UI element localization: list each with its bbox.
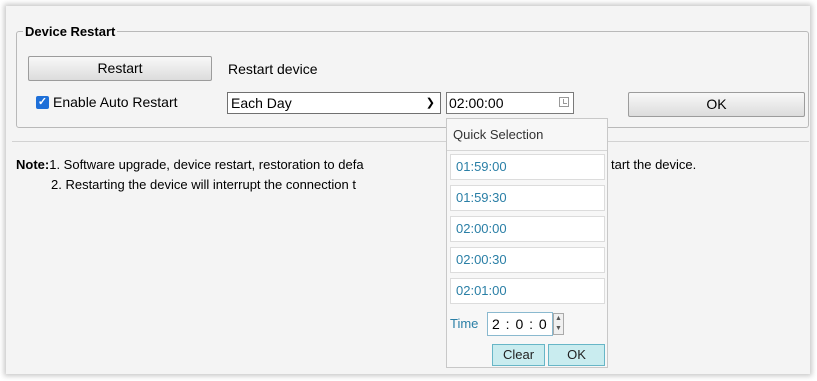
restart-description: Restart device — [228, 61, 318, 77]
clear-button[interactable]: Clear — [492, 344, 545, 366]
quick-option[interactable]: 02:00:30 — [450, 247, 605, 273]
checkmark-icon: ✓ — [37, 96, 48, 108]
section-title: Device Restart — [25, 24, 116, 39]
frequency-value: Each Day — [231, 95, 292, 111]
time-value: 02:00:00 — [449, 95, 504, 111]
auto-restart-label: Enable Auto Restart — [53, 94, 178, 110]
note-line-1: Note:1. Software upgrade, device restart… — [16, 155, 364, 175]
divider — [12, 141, 809, 142]
time-spinner-input[interactable]: 2 : 0 : 0 — [487, 312, 553, 336]
quick-option[interactable]: 02:01:00 — [450, 278, 605, 304]
spin-down-icon[interactable]: ▼ — [554, 324, 563, 334]
note-text-1: 1. Software upgrade, device restart, res… — [49, 157, 364, 172]
quick-selection-title: Quick Selection — [447, 119, 607, 151]
auto-restart-checkbox[interactable]: ✓ — [36, 96, 49, 109]
quick-option[interactable]: 02:00:00 — [450, 216, 605, 242]
restart-time-input[interactable]: 02:00:00 — [446, 92, 574, 114]
note-line-1-tail: tart the device. — [611, 157, 697, 172]
time-picker-popup: Quick Selection 01:59:00 01:59:30 02:00:… — [446, 118, 608, 368]
note-label: Note: — [16, 157, 50, 172]
frequency-select[interactable]: Each Day ❯ — [227, 92, 441, 114]
time-label: Time — [450, 316, 479, 331]
ok-button[interactable]: OK — [628, 92, 805, 117]
note-line-2: 2. Restarting the device will interrupt … — [51, 177, 356, 192]
spin-up-icon[interactable]: ▲ — [554, 314, 563, 324]
chevron-down-icon: ❯ — [425, 97, 435, 109]
picker-ok-button[interactable]: OK — [548, 344, 605, 366]
restart-button[interactable]: Restart — [28, 56, 212, 81]
quick-option[interactable]: 01:59:30 — [450, 185, 605, 211]
clock-icon[interactable] — [559, 97, 569, 107]
quick-option[interactable]: 01:59:00 — [450, 154, 605, 180]
spinner[interactable]: ▲ ▼ — [553, 313, 564, 335]
